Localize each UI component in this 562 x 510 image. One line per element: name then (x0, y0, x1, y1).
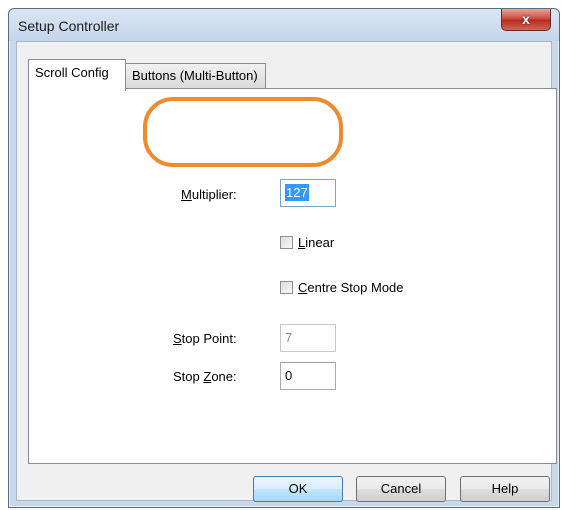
tab-buttons-multi-button[interactable]: Buttons (Multi-Button) (125, 63, 266, 88)
tab-scroll-config[interactable]: Scroll Config (28, 59, 126, 91)
stop-zone-input[interactable]: 0 (280, 362, 336, 390)
ok-button[interactable]: OK (253, 476, 343, 502)
title-bar[interactable]: Setup Controller x (9, 9, 559, 41)
label-text: ultiplier: (191, 187, 237, 202)
linear-label: Linear (298, 235, 334, 250)
linear-checkbox-row[interactable]: Linear (280, 235, 334, 250)
label-text: one: (211, 369, 237, 384)
stop-point-label: Stop Point: (173, 331, 237, 346)
window-title: Setup Controller (18, 18, 120, 34)
stop-point-value: 7 (285, 330, 293, 345)
centre-stop-mode-label: Centre Stop Mode (298, 280, 404, 295)
access-key: C (298, 280, 308, 295)
multiplier-label: Multiplier: (181, 187, 237, 202)
label-text: inear (305, 235, 335, 250)
stop-point-input[interactable]: 7 (280, 324, 336, 352)
stop-zone-label: Stop Zone: (173, 369, 237, 384)
close-icon: x (522, 11, 530, 27)
tab-label: Buttons (Multi-Button) (132, 68, 258, 83)
label-text: top Point: (181, 331, 237, 346)
access-key: S (173, 331, 182, 346)
multiplier-input[interactable]: 127 (280, 179, 336, 207)
setup-controller-dialog: Setup Controller x Scroll Config Buttons… (8, 8, 560, 508)
label-text: Stop (173, 369, 204, 384)
close-button[interactable]: x (501, 9, 551, 31)
centre-stop-mode-checkbox-row[interactable]: Centre Stop Mode (280, 280, 404, 295)
multiplier-value: 127 (285, 184, 309, 201)
tab-label: Scroll Config (35, 65, 109, 80)
scroll-config-panel: Multiplier: 127 Linear Centre Stop Mode … (28, 88, 557, 464)
linear-checkbox[interactable] (280, 236, 293, 249)
help-button[interactable]: Help (460, 476, 550, 502)
access-key: M (181, 187, 192, 202)
stop-zone-value: 0 (285, 368, 293, 383)
centre-stop-mode-checkbox[interactable] (280, 281, 293, 294)
label-text: entre Stop Mode (307, 280, 404, 295)
dialog-client-area: Scroll Config Buttons (Multi-Button) Mul… (16, 41, 557, 502)
cancel-button[interactable]: Cancel (356, 476, 446, 502)
